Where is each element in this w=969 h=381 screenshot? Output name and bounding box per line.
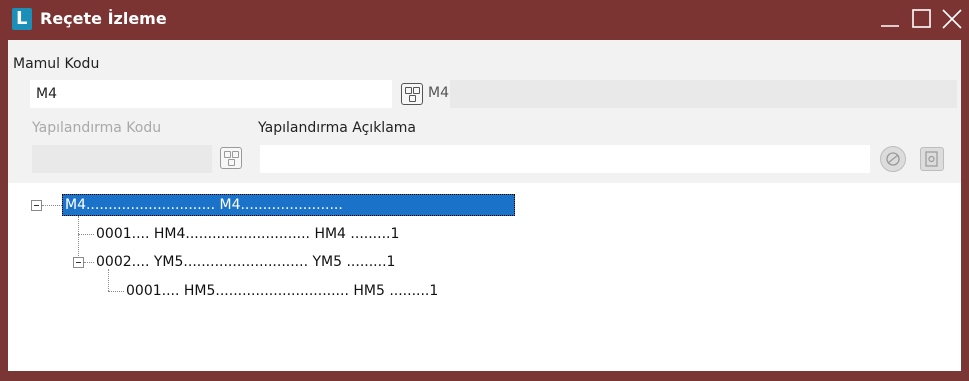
root-collapse-icon[interactable] [31,200,42,211]
window-title: Reçete İzleme [40,9,167,28]
tree-node-ym5[interactable]: 0002.... YM5............................… [96,251,395,273]
mamul-lookup-button[interactable] [401,83,423,105]
yapilandirma-aciklama-label: Yapılandırma Açıklama [258,120,416,136]
app-logo-letter: L [16,8,28,29]
tree-node-root[interactable]: M4............................. M4......… [62,194,515,216]
search-icon[interactable] [920,147,944,171]
yapilandirma-kodu-input[interactable] [32,145,212,173]
mamul-kodu-input[interactable]: M4 [30,80,392,108]
tree-node-hm5[interactable]: 0001.... HM5............................… [126,280,438,302]
app-logo-icon: L [12,8,32,30]
recipe-tree[interactable]: M4............................. M4......… [8,183,961,371]
node-collapse-icon[interactable] [73,257,84,268]
recete-izleme-window: L Reçete İzleme Mamul Kodu M4 M4 Yapılan… [0,0,969,381]
mamul-description: M4 [428,85,449,101]
maximize-icon[interactable] [909,6,935,32]
mamul-description-field [450,80,957,108]
close-icon[interactable] [939,6,965,32]
tree-node-hm4[interactable]: 0001.... HM4............................… [96,223,399,245]
settings-icon[interactable] [880,146,906,172]
filter-panel: Mamul Kodu M4 M4 Yapılandırma Kodu Yapıl… [8,40,961,183]
yapilandirma-aciklama-input[interactable] [260,145,870,173]
title-bar[interactable]: L Reçete İzleme [0,0,969,40]
yapilandirma-lookup-button[interactable] [220,147,242,169]
minimize-icon[interactable] [877,6,903,32]
yapilandirma-kodu-label: Yapılandırma Kodu [32,120,162,136]
mamul-kodu-label: Mamul Kodu [13,56,100,72]
